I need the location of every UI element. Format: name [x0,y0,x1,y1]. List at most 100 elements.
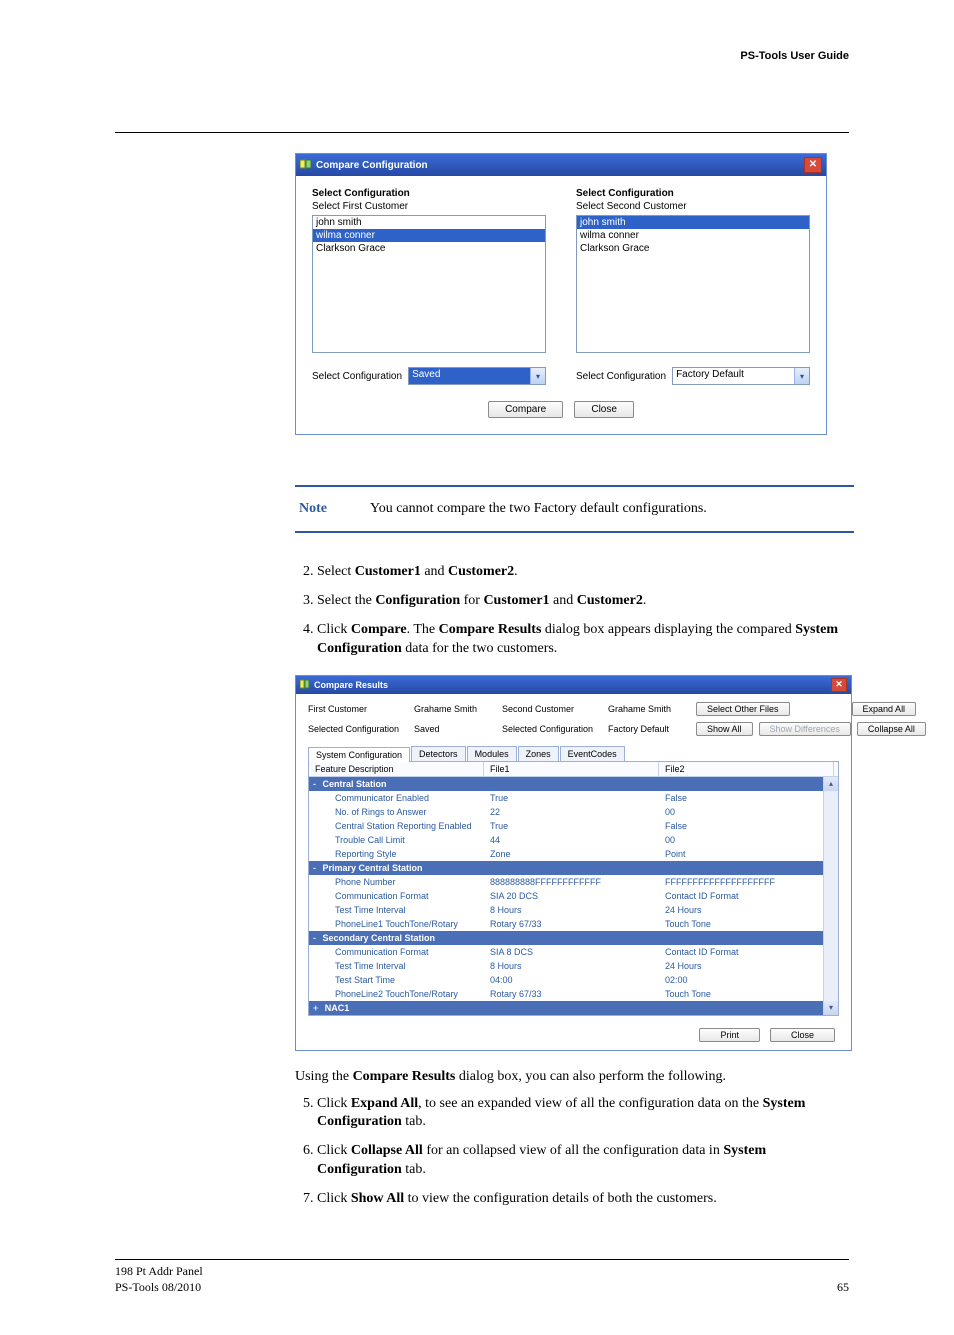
procedure-list-b: Click Expand All, to see an expanded vie… [295,1095,850,1209]
grid-body: - Central StationCommunicator EnabledTru… [309,777,838,1015]
select-configuration-label: Select Configuration [312,371,402,382]
grid-row: Central Station Reporting EnabledTrueFal… [309,819,838,833]
grid-cell: Central Station Reporting Enabled [309,819,484,833]
tab-modules[interactable]: Modules [467,746,517,761]
list-item[interactable]: john smith [577,216,809,229]
footer-line2: PS-Tools 08/2010 [115,1280,203,1296]
grid-cell: 8 Hours [484,959,659,973]
first-config-dropdown[interactable]: Saved ▾ [408,367,546,385]
grid-cell: SIA 8 DCS [484,945,659,959]
grid-cell: Zone [484,847,659,861]
grid-row: Communicator EnabledTrueFalse [309,791,838,805]
second-config-dropdown[interactable]: Factory Default ▾ [672,367,810,385]
grid-cell: False [659,819,834,833]
col-file1: File1 [484,762,659,776]
close-button[interactable]: Close [574,401,634,418]
comparison-grid: Feature Description File1 File2 - Centra… [308,762,839,1016]
procedure-list-a: Select Customer1 and Customer2.Select th… [295,563,850,659]
grid-cell: Communicator Enabled [309,791,484,805]
first-customer-value: Grahame Smith [414,704,502,714]
grid-cell: 24 Hours [659,903,834,917]
second-customer-listbox[interactable]: john smithwilma connerClarkson Grace [576,215,810,353]
grid-group[interactable]: + NAC1 [309,1001,838,1015]
list-item[interactable]: wilma conner [577,229,809,242]
grid-cell: 8 Hours [484,903,659,917]
grid-cell: True [484,791,659,805]
compare-button[interactable]: Compare [488,401,563,418]
show-all-button[interactable]: Show All [696,722,753,736]
grid-cell: 44 [484,833,659,847]
grid-cell: 00 [659,805,834,819]
procedure-step: Click Collapse All for an collapsed view… [317,1142,850,1180]
grid-cell: Test Start Time [309,973,484,987]
compare-configuration-dialog: Compare Configuration ✕ Select Configura… [295,153,827,435]
select-first-customer-label: Select First Customer [312,201,546,212]
grid-cell: Test Time Interval [309,903,484,917]
grid-cell: Touch Tone [659,987,834,1001]
grid-cell: True [484,819,659,833]
grid-group[interactable]: - Secondary Central Station [309,931,838,945]
grid-cell: Point [659,847,834,861]
list-item[interactable]: Clarkson Grace [577,242,809,255]
dialog-title: Compare Results [314,680,388,690]
procedure-step: Select the Configuration for Customer1 a… [317,592,850,611]
chevron-down-icon[interactable]: ▾ [794,368,809,384]
tabs-bar: System ConfigurationDetectorsModulesZone… [308,746,839,762]
scroll-down-icon[interactable]: ▾ [824,1001,838,1015]
grid-cell: No. of Rings to Answer [309,805,484,819]
grid-row: No. of Rings to Answer2200 [309,805,838,819]
second-customer-label: Second Customer [502,704,602,714]
list-item[interactable]: john smith [313,216,545,229]
tab-system-configuration[interactable]: System Configuration [308,747,410,762]
grid-cell: 02:00 [659,973,834,987]
grid-cell: Test Time Interval [309,959,484,973]
grid-row: Trouble Call Limit4400 [309,833,838,847]
grid-group[interactable]: - Primary Central Station [309,861,838,875]
chevron-down-icon[interactable]: ▾ [530,368,545,384]
grid-row: Test Time Interval8 Hours24 Hours [309,903,838,917]
grid-group[interactable]: - Central Station [309,777,838,791]
close-icon[interactable]: ✕ [804,157,822,173]
grid-row: Phone Number888888888FFFFFFFFFFFFFFFFFFF… [309,875,838,889]
collapse-all-button[interactable]: Collapse All [857,722,926,736]
grid-cell: PhoneLine1 TouchTone/Rotary [309,917,484,931]
tab-detectors[interactable]: Detectors [411,746,466,761]
header-rule [115,132,849,133]
grid-cell: Contact ID Format [659,889,834,903]
page-footer: 198 Pt Addr Panel PS-Tools 08/2010 65 [115,1259,849,1295]
dialog-titlebar: Compare Configuration ✕ [296,154,826,176]
grid-cell: Rotary 67/33 [484,917,659,931]
selected-config-label-left: Selected Configuration [308,724,408,734]
left-column: Select Configuration Select First Custom… [312,188,546,385]
col-feature: Feature Description [309,762,484,776]
print-button[interactable]: Print [699,1028,760,1042]
close-icon[interactable]: ✕ [831,678,847,692]
list-item[interactable]: wilma conner [313,229,545,242]
grid-cell: Phone Number [309,875,484,889]
scrollbar[interactable]: ▴ ▾ [823,777,838,1015]
scroll-up-icon[interactable]: ▴ [824,777,838,791]
col-file2: File2 [659,762,834,776]
grid-cell: 24 Hours [659,959,834,973]
select-second-customer-label: Select Second Customer [576,201,810,212]
grid-cell: SIA 20 DCS [484,889,659,903]
first-customer-listbox[interactable]: john smithwilma connerClarkson Grace [312,215,546,353]
dialog-title: Compare Configuration [316,160,428,171]
grid-cell: Communication Format [309,945,484,959]
procedure-step: Click Compare. The Compare Results dialo… [317,621,850,659]
grid-cell: 00 [659,833,834,847]
selected-config-value-left: Saved [414,724,502,734]
tab-zones[interactable]: Zones [518,746,559,761]
select-other-files-button[interactable]: Select Other Files [696,702,790,716]
close-button[interactable]: Close [770,1028,835,1042]
second-customer-value: Grahame Smith [608,704,696,714]
expand-all-button[interactable]: Expand All [852,702,917,716]
grid-cell: Rotary 67/33 [484,987,659,1001]
footer-line1: 198 Pt Addr Panel [115,1264,203,1280]
right-column: Select Configuration Select Second Custo… [576,188,810,385]
grid-row: PhoneLine2 TouchTone/RotaryRotary 67/33T… [309,987,838,1001]
tab-eventcodes[interactable]: EventCodes [560,746,625,761]
show-differences-button[interactable]: Show Differences [759,722,851,736]
list-item[interactable]: Clarkson Grace [313,242,545,255]
page-number: 65 [837,1280,849,1295]
